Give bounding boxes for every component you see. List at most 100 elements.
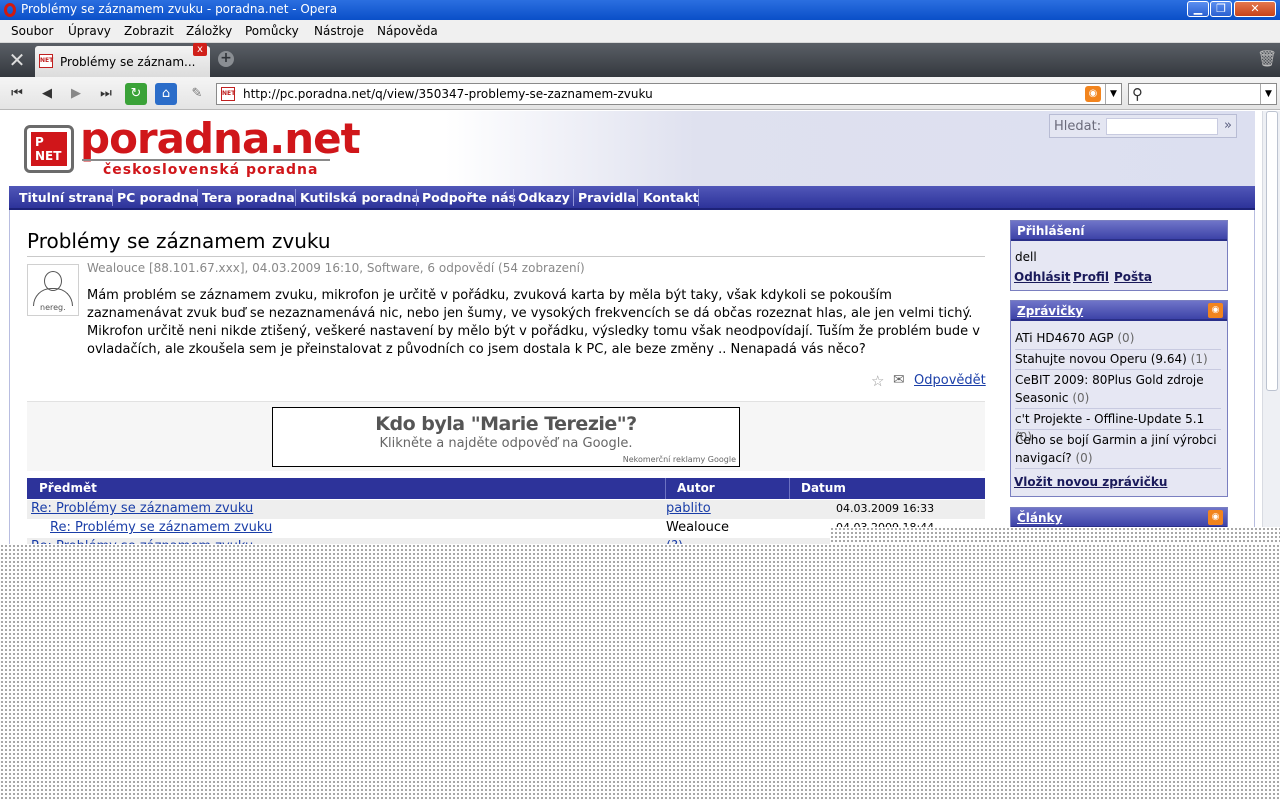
nav-titulni-strana[interactable]: Titulní strana: [19, 190, 114, 205]
ad-credit[interactable]: Nekomerční reklamy Google: [623, 455, 736, 464]
news-item-count: (0): [1117, 331, 1135, 345]
new-tab-icon[interactable]: +: [218, 51, 234, 67]
nav-separator: [698, 189, 699, 206]
logo-badge-p: P: [35, 135, 44, 149]
news-item-text[interactable]: CeBIT 2009: 80Plus Gold zdroje Seasonic: [1015, 373, 1204, 405]
search-field[interactable]: ⚲ ▼: [1128, 83, 1277, 105]
site-search-input[interactable]: [1106, 118, 1218, 135]
search-icon: ⚲: [1132, 85, 1143, 103]
mail-link[interactable]: Pošta: [1114, 270, 1152, 284]
avatar: nereg.: [27, 264, 79, 316]
reply-link[interactable]: Odpovědět: [914, 373, 986, 388]
logged-user: dell: [1015, 250, 1037, 264]
news-item[interactable]: Stahujte novou Operu (9.64) (1): [1015, 350, 1220, 368]
nav-pravidla[interactable]: Pravidla: [578, 190, 636, 205]
row-subject-link[interactable]: Re: Problémy se záznamem zvuku: [50, 520, 272, 535]
ad-text[interactable]: Klikněte a najděte odpověď na Google.: [273, 436, 739, 451]
profile-link[interactable]: Profil: [1073, 270, 1109, 284]
news-item-text[interactable]: ATi HD4670 AGP: [1015, 331, 1114, 345]
news-item-count: (1): [1190, 352, 1208, 366]
news-divider: [1015, 468, 1221, 469]
back-icon[interactable]: ◀: [36, 83, 58, 105]
menu-nastroje[interactable]: Nástroje: [314, 24, 364, 38]
title-divider: [27, 256, 985, 257]
nav-separator: [513, 189, 514, 206]
site-logo-text[interactable]: poradna.net: [80, 114, 361, 163]
news-item-text[interactable]: Stahujte novou Operu (9.64): [1015, 352, 1187, 366]
menu-pomucky[interactable]: Pomůcky: [245, 24, 299, 38]
tab-label: Problémy se záznam...: [60, 55, 196, 69]
page-title: Problémy se záznamem zvuku: [27, 229, 331, 253]
nav-separator: [295, 189, 296, 206]
menu-zalozky[interactable]: Záložky: [186, 24, 232, 38]
opera-menu-icon[interactable]: ✕: [4, 48, 30, 72]
ad-headline[interactable]: Kdo byla "Marie Terezie"?: [273, 413, 739, 435]
mail-icon[interactable]: ✉: [893, 372, 905, 388]
window-title: Problémy se záznamem zvuku - poradna.net…: [21, 2, 338, 16]
address-field[interactable]: NET http://pc.poradna.net/q/view/350347-…: [216, 83, 1122, 105]
minimize-button[interactable]: ▁: [1187, 1, 1209, 17]
add-news-link[interactable]: Vložit novou zprávičku: [1014, 475, 1167, 489]
logout-link[interactable]: Odhlásit: [1014, 270, 1071, 284]
site-search-label: Hledat:: [1054, 119, 1102, 134]
reload-icon[interactable]: ↻: [125, 83, 147, 105]
rss-icon[interactable]: ◉: [1208, 510, 1223, 525]
nav-podporte-nas[interactable]: Podpořte nás: [422, 190, 516, 205]
nav-separator: [197, 189, 198, 206]
table-row: Re: Problémy se záznamem zvuku pablito 0…: [27, 500, 985, 519]
site-search-submit[interactable]: »: [1224, 118, 1232, 133]
menu-zobrazit[interactable]: Zobrazit: [124, 24, 174, 38]
menu-bar: Soubor Úpravy Zobrazit Záložky Pomůcky N…: [0, 20, 1280, 43]
news-item[interactable]: CeBIT 2009: 80Plus Gold zdroje Seasonic …: [1015, 371, 1220, 407]
edit-icon[interactable]: ✎: [186, 83, 208, 105]
news-box-title[interactable]: Zprávičky: [1017, 304, 1083, 318]
news-item-text[interactable]: Čeho se bojí Garmin a jiní výrobci navig…: [1015, 433, 1217, 465]
articles-box-title[interactable]: Články: [1017, 511, 1062, 525]
window-titlebar: Problémy se záznamem zvuku - poradna.net…: [0, 0, 1280, 20]
menu-upravy[interactable]: Úpravy: [68, 24, 111, 38]
nav-pc-poradna[interactable]: PC poradna: [117, 190, 198, 205]
close-window-button[interactable]: ✕: [1234, 1, 1276, 17]
nav-separator: [112, 189, 113, 206]
rss-icon[interactable]: ◉: [1208, 303, 1223, 318]
tab-active[interactable]: NET Problémy se záznam...: [35, 46, 210, 77]
google-ad[interactable]: Kdo byla "Marie Terezie"? Klikněte a naj…: [272, 407, 740, 467]
star-icon[interactable]: ☆: [871, 372, 884, 390]
logo-badge-net: NET: [35, 149, 62, 163]
row-subject-link[interactable]: Re: Problémy se záznamem zvuku: [31, 501, 253, 516]
nav-kutilska-poradna[interactable]: Kutilská poradna: [300, 190, 420, 205]
row-author-link[interactable]: pablito: [666, 501, 711, 516]
rss-feed-icon[interactable]: ◉: [1085, 86, 1101, 102]
logo-divider: [82, 159, 330, 161]
nav-odkazy[interactable]: Odkazy: [518, 190, 570, 205]
search-dropdown-icon[interactable]: ▼: [1260, 84, 1276, 104]
menu-soubor[interactable]: Soubor: [11, 24, 53, 38]
articles-box-header: Články ◉: [1011, 508, 1227, 528]
scrollbar-thumb[interactable]: [1266, 111, 1278, 391]
address-url[interactable]: http://pc.poradna.net/q/view/350347-prob…: [243, 87, 653, 101]
site-logo-badge[interactable]: P NET: [24, 125, 74, 173]
news-item-count: (0): [1072, 391, 1090, 405]
home-icon[interactable]: ⌂: [155, 83, 177, 105]
news-item-text[interactable]: c't Projekte - Offline-Update 5.1: [1015, 412, 1204, 426]
rewind-icon[interactable]: ⏮: [6, 83, 28, 105]
maximize-button[interactable]: ❐: [1210, 1, 1232, 17]
tab-close-icon[interactable]: x: [193, 43, 207, 56]
page-scrollbar[interactable]: [1262, 111, 1280, 544]
trash-icon[interactable]: 🗑: [1257, 50, 1277, 68]
menu-napoveda[interactable]: Nápověda: [377, 24, 438, 38]
address-dropdown-icon[interactable]: ▼: [1105, 84, 1121, 104]
post-meta: Wealouce [88.101.67.xxx], 04.03.2009 16:…: [87, 261, 585, 275]
nav-kontakt[interactable]: Kontakt: [643, 190, 699, 205]
nav-tera-poradna[interactable]: Tera poradna: [202, 190, 295, 205]
nav-separator: [637, 189, 638, 206]
fast-forward-icon[interactable]: ⏭: [95, 83, 117, 105]
news-box: Zprávičky ◉ ATi HD4670 AGP (0) Stahujte …: [1010, 300, 1228, 497]
avatar-caption: nereg.: [40, 303, 66, 312]
forward-icon[interactable]: ▶: [65, 83, 87, 105]
news-item[interactable]: ATi HD4670 AGP (0): [1015, 329, 1220, 347]
news-divider: [1015, 369, 1221, 370]
column-subject: Předmět: [39, 481, 97, 495]
column-date: Datum: [801, 481, 846, 495]
news-item[interactable]: Čeho se bojí Garmin a jiní výrobci navig…: [1015, 431, 1220, 467]
